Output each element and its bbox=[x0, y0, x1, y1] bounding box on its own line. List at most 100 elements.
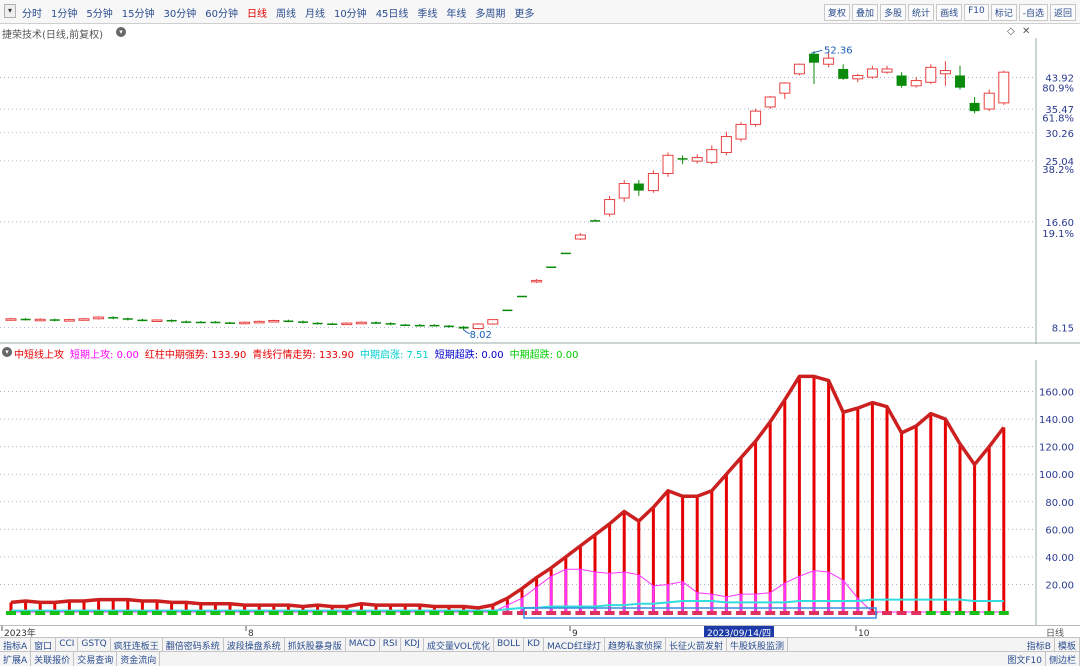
tool-button[interactable]: -自选 bbox=[1018, 4, 1048, 21]
bottom-tab[interactable]: 图文F10 bbox=[1004, 652, 1046, 666]
candle[interactable] bbox=[5, 317, 17, 321]
candle[interactable] bbox=[720, 131, 732, 156]
bottom-tab[interactable]: 交易查询 bbox=[74, 652, 118, 666]
candle[interactable] bbox=[647, 170, 659, 193]
bottom-tab[interactable]: 扩展A bbox=[0, 652, 32, 666]
bottom-tab[interactable]: 趋势私家侦探 bbox=[605, 638, 666, 652]
candle[interactable] bbox=[429, 324, 440, 327]
candle[interactable] bbox=[20, 317, 31, 321]
period-tab[interactable]: 15分钟 bbox=[122, 5, 155, 20]
candle[interactable] bbox=[151, 319, 163, 322]
candle[interactable] bbox=[225, 321, 235, 324]
candle[interactable] bbox=[108, 316, 119, 320]
period-tab[interactable]: 5分钟 bbox=[86, 5, 112, 20]
bottom-tab[interactable]: 成交量VOL优化 bbox=[424, 638, 494, 652]
candle[interactable] bbox=[341, 322, 353, 326]
tool-button[interactable]: 标记 bbox=[990, 4, 1017, 21]
bottom-tab[interactable]: 波段操盘系统 bbox=[224, 638, 285, 652]
bottom-tab[interactable]: BOLL bbox=[494, 638, 525, 651]
bottom-tab[interactable]: 关联报价 bbox=[31, 652, 75, 666]
chevron-down-icon[interactable]: ▾ bbox=[2, 347, 12, 357]
bottom-tab[interactable]: CCI bbox=[56, 638, 79, 651]
tool-button[interactable]: 复权 bbox=[824, 4, 851, 21]
bottom-tab[interactable]: MACD bbox=[346, 638, 380, 651]
candle[interactable] bbox=[371, 321, 381, 325]
bottom-tab[interactable]: 疯狂连板王 bbox=[111, 638, 163, 652]
candle[interactable] bbox=[560, 252, 571, 255]
candle[interactable] bbox=[400, 323, 411, 327]
candle[interactable] bbox=[210, 321, 221, 324]
candle[interactable] bbox=[283, 319, 294, 323]
period-tab[interactable]: 1分钟 bbox=[51, 5, 77, 20]
candle[interactable] bbox=[444, 324, 454, 328]
candle[interactable] bbox=[881, 65, 893, 74]
period-tab[interactable]: 分时 bbox=[22, 5, 42, 20]
candle[interactable] bbox=[312, 322, 323, 325]
candle[interactable] bbox=[793, 63, 805, 76]
candle[interactable] bbox=[750, 108, 762, 127]
candle[interactable] bbox=[852, 73, 864, 83]
candle[interactable] bbox=[662, 152, 674, 177]
period-tab[interactable]: 多周期 bbox=[475, 5, 505, 20]
candle[interactable] bbox=[268, 319, 280, 323]
candle[interactable] bbox=[809, 51, 819, 85]
candle[interactable] bbox=[838, 64, 849, 80]
tool-button[interactable]: 统计 bbox=[908, 4, 935, 21]
candle[interactable] bbox=[239, 321, 251, 325]
candle[interactable] bbox=[706, 145, 718, 165]
candle[interactable] bbox=[546, 266, 557, 268]
candle[interactable] bbox=[253, 320, 265, 324]
candle[interactable] bbox=[137, 318, 148, 322]
period-tab[interactable]: 周线 bbox=[276, 5, 296, 20]
candle[interactable] bbox=[574, 233, 586, 241]
bottom-tab[interactable]: GSTQ bbox=[78, 638, 111, 651]
bottom-tab[interactable]: 资金流向 bbox=[117, 652, 161, 666]
period-tab[interactable]: 月线 bbox=[305, 5, 325, 20]
candle[interactable] bbox=[910, 77, 922, 88]
candle[interactable] bbox=[385, 322, 396, 326]
chevron-down-icon[interactable]: ▾ bbox=[116, 27, 126, 37]
candle[interactable] bbox=[779, 82, 791, 99]
candlestick-chart[interactable]: 43.9235.4730.2625.0416.608.1580.9%61.8%3… bbox=[0, 38, 1080, 344]
candle[interactable] bbox=[618, 180, 630, 202]
candle[interactable] bbox=[604, 195, 616, 217]
indicator-chart[interactable]: 160.00 140.00 120.00 100.00 80.00 60.00 40.00 2… bbox=[0, 360, 1080, 625]
candle[interactable] bbox=[502, 309, 513, 312]
candle[interactable] bbox=[122, 317, 133, 321]
period-tab[interactable]: 30分钟 bbox=[163, 5, 196, 20]
close-icon[interactable]: ✕ bbox=[1022, 26, 1030, 37]
period-tab[interactable]: 60分钟 bbox=[205, 5, 238, 20]
candle[interactable] bbox=[414, 324, 425, 327]
candle[interactable] bbox=[487, 319, 499, 325]
candle[interactable] bbox=[590, 219, 600, 222]
candle[interactable] bbox=[63, 318, 75, 322]
bottom-tab[interactable]: 窗口 bbox=[31, 638, 57, 652]
bottom-tab[interactable]: RSI bbox=[380, 638, 402, 651]
period-tab[interactable]: 更多 bbox=[514, 5, 534, 20]
candle[interactable] bbox=[166, 319, 177, 323]
candle[interactable] bbox=[298, 320, 308, 324]
period-tab[interactable]: 年线 bbox=[446, 5, 466, 20]
dropdown-caret-icon[interactable]: ▾ bbox=[4, 4, 16, 18]
candle[interactable] bbox=[78, 317, 90, 321]
candle[interactable] bbox=[939, 61, 951, 86]
candle[interactable] bbox=[691, 154, 703, 164]
candle[interactable] bbox=[531, 279, 543, 284]
bottom-tab[interactable]: MACD红绿灯 bbox=[544, 638, 605, 652]
period-tab[interactable]: 季线 bbox=[417, 5, 437, 20]
candle[interactable] bbox=[998, 70, 1010, 105]
tool-button[interactable]: 叠加 bbox=[852, 4, 879, 21]
candle[interactable] bbox=[181, 320, 192, 324]
candle[interactable] bbox=[327, 322, 338, 325]
tool-button[interactable]: 返回 bbox=[1049, 4, 1076, 21]
candle[interactable] bbox=[955, 65, 965, 90]
candle[interactable] bbox=[195, 321, 206, 324]
tool-button[interactable]: 画线 bbox=[936, 4, 963, 21]
candle[interactable] bbox=[93, 316, 105, 320]
tool-button[interactable]: F10 bbox=[964, 4, 989, 21]
candle[interactable] bbox=[896, 72, 907, 88]
candle[interactable] bbox=[34, 318, 46, 322]
candle[interactable] bbox=[458, 325, 469, 331]
bottom-tab[interactable]: 侧边栏 bbox=[1046, 652, 1080, 666]
candle[interactable] bbox=[925, 64, 937, 85]
